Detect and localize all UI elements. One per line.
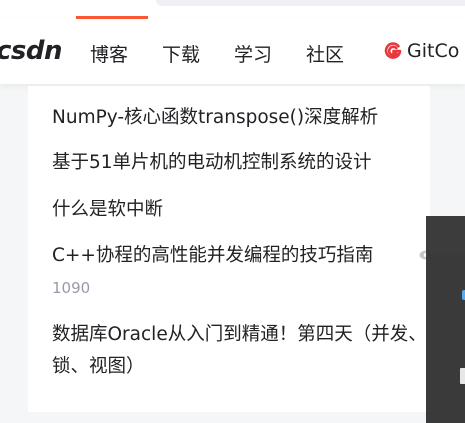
related-articles-card: NumPy-核心函数transpose()深度解析 基于51单片机的电动机控制系… xyxy=(28,86,430,412)
article-link[interactable]: C++协程的高性能并发编程的技巧指南 xyxy=(52,241,373,267)
article-link[interactable]: NumPy-核心函数transpose()深度解析 xyxy=(52,103,378,129)
top-navigation-bar: csdn 博客 下载 学习 社区 GitCo xyxy=(0,18,465,84)
nav-item-community[interactable]: 社区 xyxy=(306,40,344,67)
browser-toolbar-strip xyxy=(0,0,465,18)
nav-item-gitcode[interactable]: GitCo xyxy=(407,40,459,62)
panel-icon[interactable] xyxy=(460,368,465,384)
nav-item-learn[interactable]: 学习 xyxy=(234,40,272,67)
floating-side-panel[interactable] xyxy=(426,216,465,423)
address-bar-edge[interactable] xyxy=(156,0,465,6)
nav-item-download[interactable]: 下载 xyxy=(162,40,200,67)
gitcode-logo-icon[interactable] xyxy=(384,42,402,60)
active-tab-indicator xyxy=(76,16,148,19)
article-link[interactable]: 什么是软中断 xyxy=(52,195,163,221)
view-count: 1090 xyxy=(52,279,91,297)
nav-item-blog[interactable]: 博客 xyxy=(90,40,128,67)
article-link[interactable]: 基于51单片机的电动机控制系统的设计 xyxy=(52,148,372,174)
article-link[interactable]: 数据库Oracle从入门到精通！第四天（并发、锁、视图） xyxy=(52,319,430,383)
csdn-logo[interactable]: csdn xyxy=(0,36,63,66)
